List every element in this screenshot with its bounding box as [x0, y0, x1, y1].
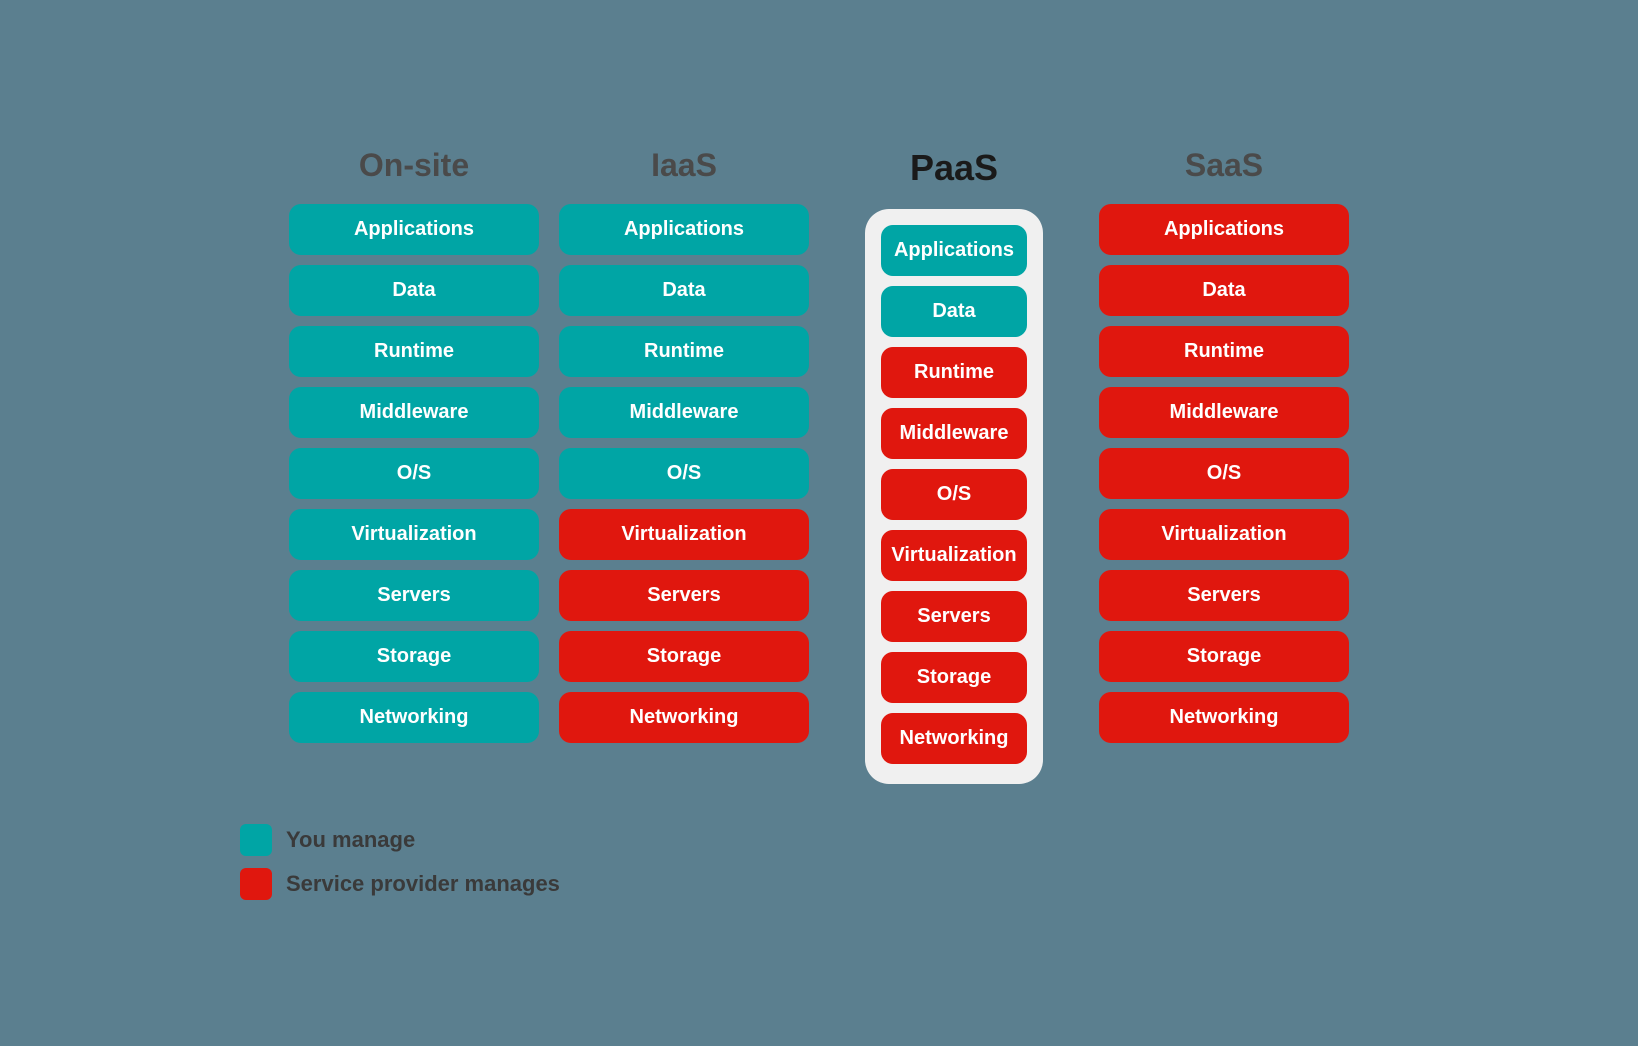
chip-paas-6: Servers: [881, 591, 1026, 642]
chip-paas-8: Networking: [881, 713, 1026, 764]
legend-dot-teal: [240, 824, 272, 856]
chip-onsite-3: Middleware: [289, 387, 539, 438]
chip-onsite-5: Virtualization: [289, 509, 539, 560]
chip-paas-2: Runtime: [881, 347, 1026, 398]
chip-paas-7: Storage: [881, 652, 1026, 703]
header-iaas: IaaS: [651, 147, 717, 184]
items-saas: Applications Data Runtime Middleware O/S Virt…: [1099, 204, 1349, 743]
chip-saas-1: Data: [1099, 265, 1349, 316]
chip-iaas-7: Storage: [559, 631, 809, 682]
chip-iaas-8: Networking: [559, 692, 809, 743]
chip-onsite-6: Servers: [289, 570, 539, 621]
header-saas: SaaS: [1185, 147, 1263, 184]
bottom-section: You manage Service provider manages: [60, 794, 1578, 900]
chip-iaas-2: Runtime: [559, 326, 809, 377]
column-paas: PaaS Applications Data Runtime Middleware O/S…: [829, 147, 1079, 784]
legend-dot-red: [240, 868, 272, 900]
legend-item-0: You manage: [240, 824, 560, 856]
chip-saas-3: Middleware: [1099, 387, 1349, 438]
items-paas: Applications Data Runtime Middleware O/S Virt…: [881, 225, 1026, 764]
chip-onsite-7: Storage: [289, 631, 539, 682]
chip-saas-0: Applications: [1099, 204, 1349, 255]
paas-wrapper: Applications Data Runtime Middleware O/S Virt…: [865, 209, 1042, 784]
column-onsite: On-site Applications Data Runtime Middleware…: [289, 147, 539, 743]
chip-iaas-1: Data: [559, 265, 809, 316]
legend: You manage Service provider manages: [240, 824, 560, 900]
chip-saas-6: Servers: [1099, 570, 1349, 621]
columns-wrapper: On-site Applications Data Runtime Middleware…: [289, 147, 1349, 784]
chip-onsite-0: Applications: [289, 204, 539, 255]
chip-iaas-5: Virtualization: [559, 509, 809, 560]
chip-paas-4: O/S: [881, 469, 1026, 520]
chip-saas-8: Networking: [1099, 692, 1349, 743]
legend-text-1: Service provider manages: [286, 871, 560, 897]
chip-onsite-8: Networking: [289, 692, 539, 743]
chip-onsite-4: O/S: [289, 448, 539, 499]
chip-paas-1: Data: [881, 286, 1026, 337]
chip-saas-5: Virtualization: [1099, 509, 1349, 560]
legend-text-0: You manage: [286, 827, 415, 853]
items-iaas: Applications Data Runtime Middleware O/S Virt…: [559, 204, 809, 743]
chip-saas-7: Storage: [1099, 631, 1349, 682]
items-onsite: Applications Data Runtime Middleware O/S Virt…: [289, 204, 539, 743]
chip-saas-4: O/S: [1099, 448, 1349, 499]
legend-item-1: Service provider manages: [240, 868, 560, 900]
chip-paas-0: Applications: [881, 225, 1026, 276]
chip-iaas-0: Applications: [559, 204, 809, 255]
chip-paas-3: Middleware: [881, 408, 1026, 459]
chip-onsite-2: Runtime: [289, 326, 539, 377]
diagram-container: On-site Applications Data Runtime Middleware…: [0, 107, 1638, 940]
chip-saas-2: Runtime: [1099, 326, 1349, 377]
column-saas: SaaS Applications Data Runtime Middleware O/S…: [1099, 147, 1349, 743]
chip-iaas-6: Servers: [559, 570, 809, 621]
chip-iaas-3: Middleware: [559, 387, 809, 438]
chip-iaas-4: O/S: [559, 448, 809, 499]
chip-onsite-1: Data: [289, 265, 539, 316]
header-onsite: On-site: [359, 147, 469, 184]
chip-paas-5: Virtualization: [881, 530, 1026, 581]
header-paas: PaaS: [910, 147, 998, 189]
column-iaas: IaaS Applications Data Runtime Middleware O/S…: [559, 147, 809, 743]
